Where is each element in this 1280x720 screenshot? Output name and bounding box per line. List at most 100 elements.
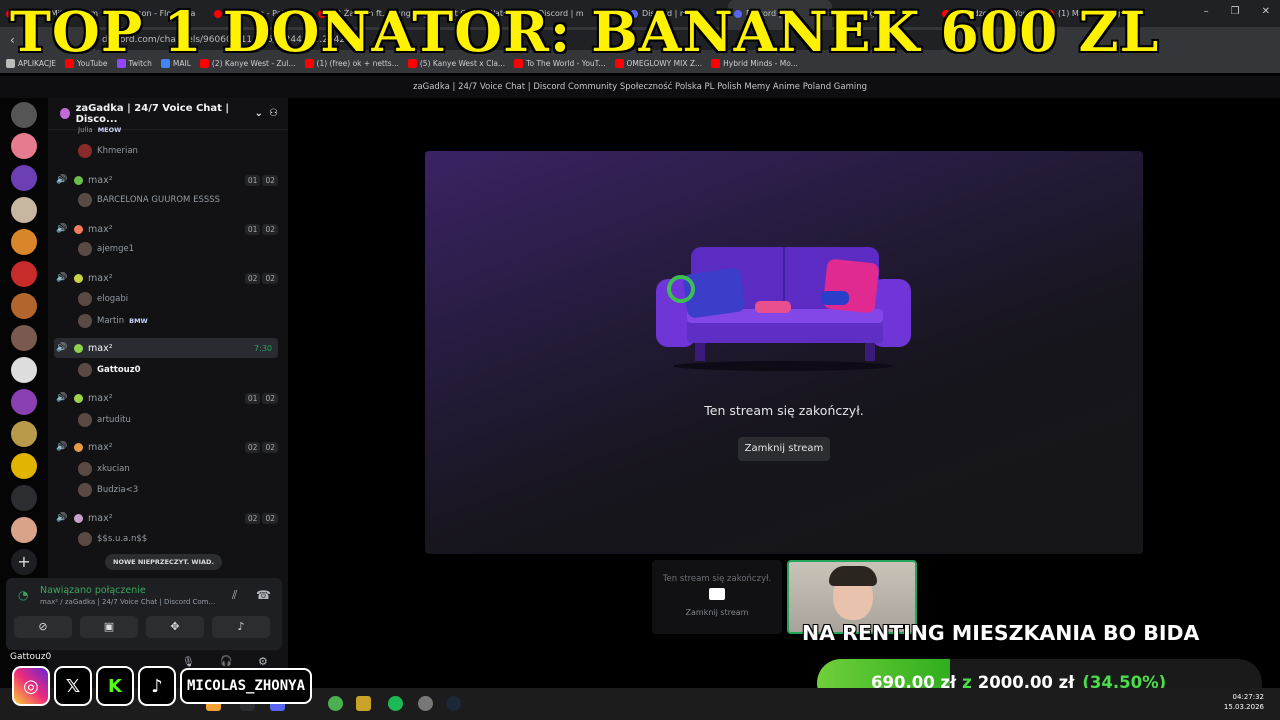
add-server-icon[interactable]: +	[11, 549, 37, 575]
server-icon[interactable]	[11, 229, 37, 255]
server-icon[interactable]	[11, 325, 37, 351]
add-member-icon[interactable]: ⚇	[269, 108, 278, 119]
renting-caption: NA RENTING MIESZKANIA BO BIDA	[802, 621, 1200, 645]
discord-window-title: zaGadka | 24/7 Voice Chat | Discord Comm…	[0, 76, 1280, 98]
clock-time: 04:27:32	[1232, 693, 1264, 701]
screen-share-button[interactable]: ▣	[80, 616, 138, 638]
avatar	[78, 483, 92, 497]
channel-emoji-icon	[74, 224, 83, 234]
app-icon[interactable]	[418, 696, 433, 711]
voice-channel[interactable]: 🔊 max² 02 02	[54, 437, 278, 457]
voice-user[interactable]: Julia MEOW	[78, 123, 121, 137]
avatar	[78, 314, 92, 328]
taskbar-clock[interactable]: 04:27:32 15.03.2026	[1224, 692, 1264, 712]
avatar	[78, 292, 92, 306]
voice-channel[interactable]: 🔊 max² 01 02	[54, 219, 278, 239]
signal-icon[interactable]: ◔	[18, 588, 28, 602]
voice-channel[interactable]: 🔊 max² 7:30	[54, 338, 278, 358]
disconnect-icon[interactable]: ☎	[256, 588, 271, 602]
voice-user[interactable]: ajemge1	[78, 240, 134, 258]
voice-connection-panel: ◔ Nawiązano połączenie max² / zaGadka | …	[6, 578, 282, 650]
channel-emoji-icon	[74, 442, 83, 452]
avatar	[78, 462, 92, 476]
server-icon[interactable]	[11, 165, 37, 191]
voice-channel-path[interactable]: max² / zaGadka | 24/7 Voice Chat | Disco…	[40, 598, 215, 606]
avatar	[78, 242, 92, 256]
voice-user[interactable]: xkucian	[78, 460, 130, 478]
steam-icon[interactable]	[446, 696, 461, 711]
server-icon[interactable]	[11, 517, 37, 543]
server-icon[interactable]	[11, 293, 37, 319]
stream-thumbnail[interactable]: Ten stream się zakończył. Zamknij stream	[652, 560, 782, 634]
server-icon[interactable]	[11, 485, 37, 511]
user-count: 02 02	[244, 441, 278, 453]
avatar	[78, 532, 92, 546]
server-name: zaGadka | 24/7 Voice Chat | Disco...	[75, 102, 230, 125]
donator-banner: TOP 1 DONATOR: BANANEK 600 ZL	[10, 0, 1160, 64]
server-icon[interactable]	[11, 421, 37, 447]
voice-channel[interactable]: 🔊 max² 01 02	[54, 388, 278, 408]
user-count: 01 02	[244, 223, 278, 235]
channel-timer: 7:30	[254, 343, 272, 353]
voice-user[interactable]: BARCELONA GUUROM ESSSS	[78, 191, 220, 209]
speaker-icon: 🔊	[56, 393, 68, 403]
voice-user[interactable]: elogabi	[78, 290, 128, 308]
speaker-icon: 🔊	[56, 442, 68, 452]
speaker-icon: 🔊	[56, 224, 68, 234]
stream-ended-text: Ten stream się zakończył.	[704, 403, 864, 418]
camera-off-button[interactable]: ⊘	[14, 616, 72, 638]
clock-date: 15.03.2026	[1223, 703, 1264, 711]
thumbnail-close-label[interactable]: Zamknij stream	[652, 608, 782, 617]
server-icon[interactable]	[11, 197, 37, 223]
chrome-icon[interactable]	[328, 696, 343, 711]
speaker-icon: 🔊	[56, 343, 68, 353]
user-count: 01 02	[244, 174, 278, 186]
voice-user[interactable]: artuditu	[78, 411, 131, 429]
voice-status: Nawiązano połączenie	[40, 585, 146, 596]
noise-suppression-icon[interactable]: ⫽	[232, 588, 237, 603]
server-icon[interactable]	[11, 102, 37, 128]
webcam-hair	[829, 566, 877, 586]
minimize-icon[interactable]: –	[1204, 6, 1209, 17]
soundboard-button[interactable]: ♪	[212, 616, 270, 638]
stream-stage	[425, 151, 1143, 554]
channel-emoji-icon	[74, 513, 83, 523]
voice-user[interactable]: Budzia<3	[78, 481, 138, 499]
voice-channel[interactable]: 🔊 max² 02 02	[54, 508, 278, 528]
speaker-icon: 🔊	[56, 175, 68, 185]
tiktok-icon: ♪	[138, 666, 176, 706]
social-overlay: ◎ 𝕏 K ♪ MICOLAS_ZHONYA	[12, 666, 313, 706]
server-icon[interactable]	[11, 453, 37, 479]
speaker-icon: 🔊	[56, 513, 68, 523]
new-messages-pill[interactable]: NOWE NIEPRZECZYT. WIAD.	[105, 554, 222, 570]
chevron-down-icon: ⌄	[254, 108, 264, 119]
server-icon[interactable]	[11, 261, 37, 287]
close-stream-button[interactable]: Zamknij stream	[738, 437, 830, 461]
app-icon[interactable]	[356, 696, 371, 711]
server-icon[interactable]	[11, 357, 37, 383]
instagram-icon: ◎	[12, 666, 50, 706]
voice-channel[interactable]: 🔊 max² 02 02	[54, 268, 278, 288]
voice-user[interactable]: $$s.u.a.n$$	[78, 530, 147, 548]
server-icon[interactable]	[11, 133, 37, 159]
window-controls[interactable]: – ❐ ✕	[1204, 6, 1270, 17]
user-count: 02 02	[244, 272, 278, 284]
voice-user[interactable]: Martin BMW	[78, 312, 148, 330]
voice-user[interactable]: Gattouz0	[78, 361, 141, 379]
voice-channel[interactable]: 🔊 max² 01 02	[54, 170, 278, 190]
user-badge: BMW	[129, 317, 148, 325]
close-icon[interactable]: ✕	[1262, 6, 1270, 17]
thumbnail-ended-text: Ten stream się zakończył.	[662, 574, 772, 584]
social-handle: MICOLAS_ZHONYA	[180, 668, 313, 704]
user-panel-name[interactable]: Gattouz0	[10, 652, 51, 662]
avatar	[78, 413, 92, 427]
channel-emoji-icon	[74, 175, 83, 185]
server-icon[interactable]	[11, 389, 37, 415]
user-count: 02 02	[244, 512, 278, 524]
maximize-icon[interactable]: ❐	[1231, 6, 1240, 17]
user-count: 01 02	[244, 392, 278, 404]
voice-user[interactable]: Khmerian	[78, 142, 138, 160]
activities-button[interactable]: ✥	[146, 616, 204, 638]
server-badge-icon	[60, 108, 70, 119]
spotify-icon[interactable]	[388, 696, 403, 711]
